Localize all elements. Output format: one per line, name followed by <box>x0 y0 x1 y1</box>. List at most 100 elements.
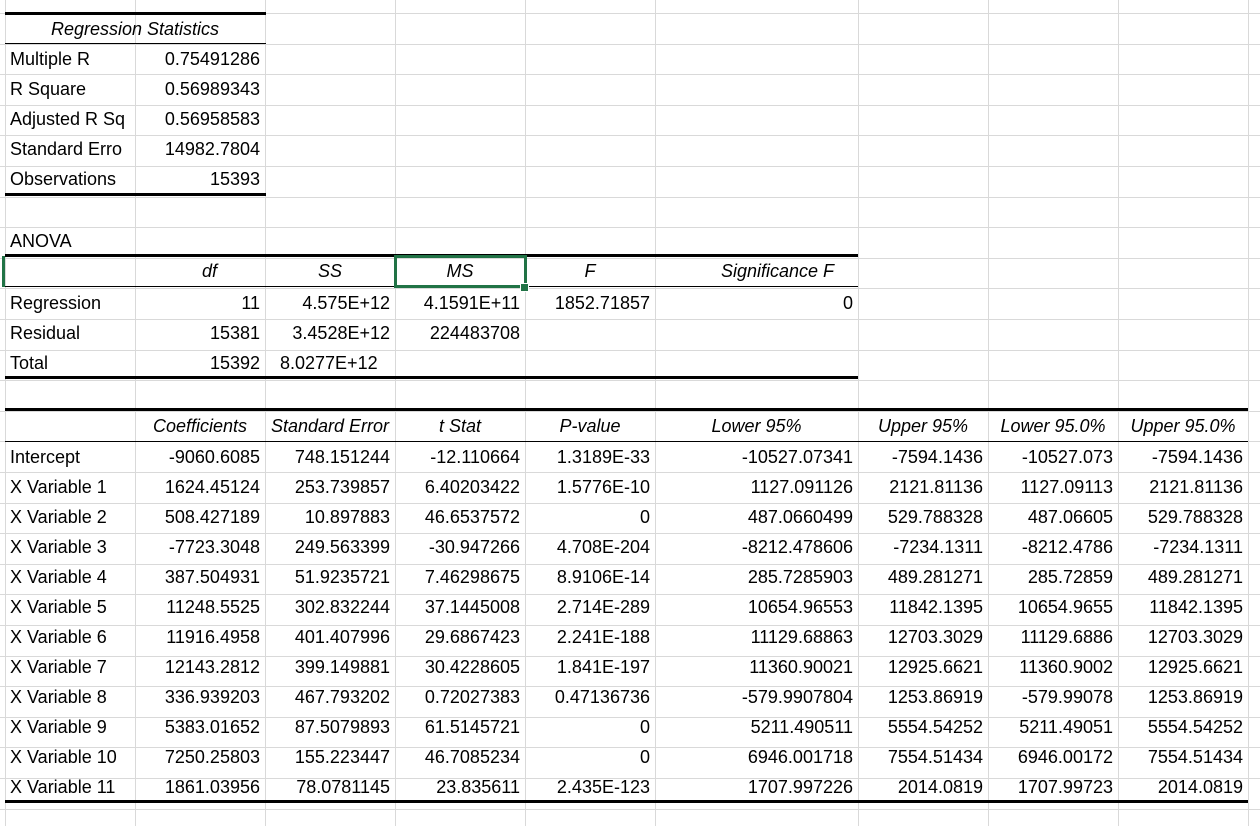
coefficient-value[interactable]: -579.9907804 <box>655 682 858 712</box>
coefficient-value[interactable]: 12703.3029 <box>858 622 988 652</box>
coefficient-row-label[interactable]: X Variable 8 <box>5 682 135 712</box>
coefficient-value[interactable]: 489.281271 <box>858 562 988 592</box>
coefficients-header[interactable]: Lower 95% <box>655 411 858 441</box>
coefficient-value[interactable]: 10654.96553 <box>655 592 858 622</box>
anova-header-significance-f[interactable]: Significance F <box>655 256 858 286</box>
coefficient-value[interactable]: 253.739857 <box>265 472 395 502</box>
coefficient-value[interactable]: 11842.1395 <box>1118 592 1248 622</box>
coefficient-value[interactable]: 5554.54252 <box>858 712 988 742</box>
anova-f[interactable]: 1852.71857 <box>525 288 655 318</box>
coefficient-row-label[interactable]: Intercept <box>5 442 135 472</box>
coefficient-value[interactable]: 529.788328 <box>858 502 988 532</box>
coefficient-value[interactable]: 6946.001718 <box>655 742 858 772</box>
stat-label[interactable]: R Square <box>5 74 135 104</box>
coefficient-value[interactable]: 0 <box>525 742 655 772</box>
coefficient-value[interactable]: 11360.90021 <box>655 652 858 682</box>
coefficient-value[interactable]: 5211.49051 <box>988 712 1118 742</box>
anova-ms[interactable]: 224483708 <box>395 318 525 348</box>
coefficient-value[interactable]: 11360.9002 <box>988 652 1118 682</box>
coefficient-row-label[interactable]: X Variable 9 <box>5 712 135 742</box>
stat-label[interactable]: Multiple R <box>5 44 135 74</box>
coefficient-value[interactable]: 1253.86919 <box>1118 682 1248 712</box>
selected-cell[interactable] <box>394 255 527 288</box>
stat-label[interactable]: Adjusted R Sq <box>5 104 135 134</box>
coefficient-value[interactable]: 529.788328 <box>1118 502 1248 532</box>
coefficient-value[interactable]: 61.5145721 <box>395 712 525 742</box>
coefficient-value[interactable]: 487.06605 <box>988 502 1118 532</box>
coefficient-value[interactable]: 401.407996 <box>265 622 395 652</box>
coefficient-value[interactable]: 2014.0819 <box>858 772 988 802</box>
coefficients-header[interactable]: Coefficients <box>135 411 265 441</box>
coefficient-value[interactable]: 0 <box>525 712 655 742</box>
coefficient-value[interactable]: 4.708E-204 <box>525 532 655 562</box>
coefficient-value[interactable]: 2121.81136 <box>1118 472 1248 502</box>
coefficient-value[interactable]: 1253.86919 <box>858 682 988 712</box>
anova-header-df[interactable]: df <box>135 256 265 286</box>
coefficient-value[interactable]: -8212.4786 <box>988 532 1118 562</box>
coefficients-header[interactable]: Upper 95.0% <box>1118 411 1248 441</box>
coefficient-value[interactable]: 2121.81136 <box>858 472 988 502</box>
stat-value[interactable]: 14982.7804 <box>135 134 265 164</box>
coefficient-row-label[interactable]: X Variable 1 <box>5 472 135 502</box>
coefficient-value[interactable]: 46.7085234 <box>395 742 525 772</box>
coefficient-value[interactable]: 487.0660499 <box>655 502 858 532</box>
fill-handle[interactable] <box>520 283 529 292</box>
coefficients-header[interactable]: Standard Error <box>265 411 395 441</box>
coefficients-header[interactable]: t Stat <box>395 411 525 441</box>
coefficient-value[interactable]: 7.46298675 <box>395 562 525 592</box>
coefficient-row-label[interactable]: X Variable 10 <box>5 742 135 772</box>
coefficient-row-label[interactable]: X Variable 2 <box>5 502 135 532</box>
coefficient-value[interactable]: 12143.2812 <box>135 652 265 682</box>
coefficient-value[interactable]: 336.939203 <box>135 682 265 712</box>
coefficient-value[interactable]: 1127.091126 <box>655 472 858 502</box>
coefficient-value[interactable]: 12703.3029 <box>1118 622 1248 652</box>
coefficient-value[interactable]: 748.151244 <box>265 442 395 472</box>
coefficient-value[interactable]: 29.6867423 <box>395 622 525 652</box>
coefficient-value[interactable]: 6946.00172 <box>988 742 1118 772</box>
coefficient-value[interactable]: 11842.1395 <box>858 592 988 622</box>
coefficient-value[interactable]: 7554.51434 <box>858 742 988 772</box>
coefficient-value[interactable]: 11916.4958 <box>135 622 265 652</box>
coefficient-value[interactable]: 399.149881 <box>265 652 395 682</box>
stat-value[interactable]: 0.56958583 <box>135 104 265 134</box>
coefficient-value[interactable]: 7554.51434 <box>1118 742 1248 772</box>
coefficient-value[interactable]: 2.714E-289 <box>525 592 655 622</box>
anova-ss[interactable]: 8.0277E+12 <box>275 348 405 378</box>
coefficient-row-label[interactable]: X Variable 11 <box>5 772 135 802</box>
anova-header-ss[interactable]: SS <box>265 256 395 286</box>
coefficient-value[interactable]: 23.835611 <box>395 772 525 802</box>
coefficient-value[interactable]: 0.72027383 <box>395 682 525 712</box>
coefficient-value[interactable]: 1861.03956 <box>135 772 265 802</box>
coefficient-value[interactable]: 249.563399 <box>265 532 395 562</box>
coefficients-header[interactable]: P-value <box>525 411 655 441</box>
anova-header-f[interactable]: F <box>525 256 655 286</box>
coefficient-value[interactable]: 489.281271 <box>1118 562 1248 592</box>
coefficient-value[interactable]: 387.504931 <box>135 562 265 592</box>
coefficient-value[interactable]: 1707.997226 <box>655 772 858 802</box>
stat-value[interactable]: 0.75491286 <box>135 44 265 74</box>
anova-row-label[interactable]: Regression <box>5 288 135 318</box>
coefficients-header[interactable]: Upper 95% <box>858 411 988 441</box>
coefficient-value[interactable]: -7594.1436 <box>858 442 988 472</box>
spreadsheet-grid[interactable]: Regression Statistics Multiple R 0.75491… <box>0 0 1260 826</box>
coefficient-value[interactable]: 5554.54252 <box>1118 712 1248 742</box>
stat-label[interactable]: Standard Erro <box>5 134 135 164</box>
coefficient-value[interactable]: 2.241E-188 <box>525 622 655 652</box>
coefficients-header[interactable]: Lower 95.0% <box>988 411 1118 441</box>
coefficient-value[interactable]: 285.7285903 <box>655 562 858 592</box>
coefficient-value[interactable]: 2014.0819 <box>1118 772 1248 802</box>
coefficient-value[interactable]: -8212.478606 <box>655 532 858 562</box>
coefficient-value[interactable]: -30.947266 <box>395 532 525 562</box>
coefficient-value[interactable]: -10527.073 <box>988 442 1118 472</box>
coefficient-value[interactable]: 8.9106E-14 <box>525 562 655 592</box>
coefficient-value[interactable]: 11129.68863 <box>655 622 858 652</box>
anova-significance[interactable]: 0 <box>655 288 858 318</box>
coefficient-value[interactable]: 467.793202 <box>265 682 395 712</box>
coefficient-value[interactable]: -7234.1311 <box>858 532 988 562</box>
coefficient-value[interactable]: 6.40203422 <box>395 472 525 502</box>
coefficient-row-label[interactable]: X Variable 3 <box>5 532 135 562</box>
stat-value[interactable]: 15393 <box>135 164 265 194</box>
coefficient-value[interactable]: 5211.490511 <box>655 712 858 742</box>
coefficient-value[interactable]: 10654.9655 <box>988 592 1118 622</box>
coefficient-value[interactable]: 37.1445008 <box>395 592 525 622</box>
